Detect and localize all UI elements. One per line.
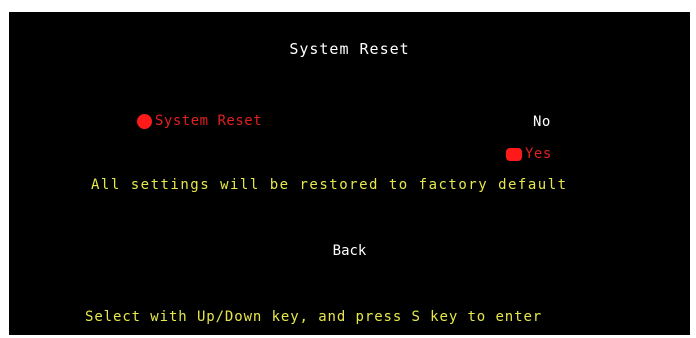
selection-indicator-icon bbox=[137, 113, 152, 129]
option-yes[interactable]: Yes bbox=[506, 146, 552, 162]
menu-title: System Reset bbox=[289, 40, 410, 58]
menu-item-label: System Reset bbox=[155, 113, 263, 129]
menu-item-system-reset[interactable]: System Reset bbox=[137, 113, 262, 129]
option-no[interactable]: No bbox=[533, 114, 551, 130]
reset-notice: All settings will be restored to factory… bbox=[91, 177, 568, 193]
option-no-label: No bbox=[533, 114, 551, 130]
navigation-hint: Select with Up/Down key, and press S key… bbox=[85, 309, 543, 325]
selection-indicator-icon bbox=[506, 147, 522, 161]
osd-screen: System Reset System Reset No Yes All set… bbox=[9, 12, 690, 335]
option-yes-label: Yes bbox=[525, 146, 552, 162]
back-button[interactable]: Back bbox=[9, 243, 690, 259]
